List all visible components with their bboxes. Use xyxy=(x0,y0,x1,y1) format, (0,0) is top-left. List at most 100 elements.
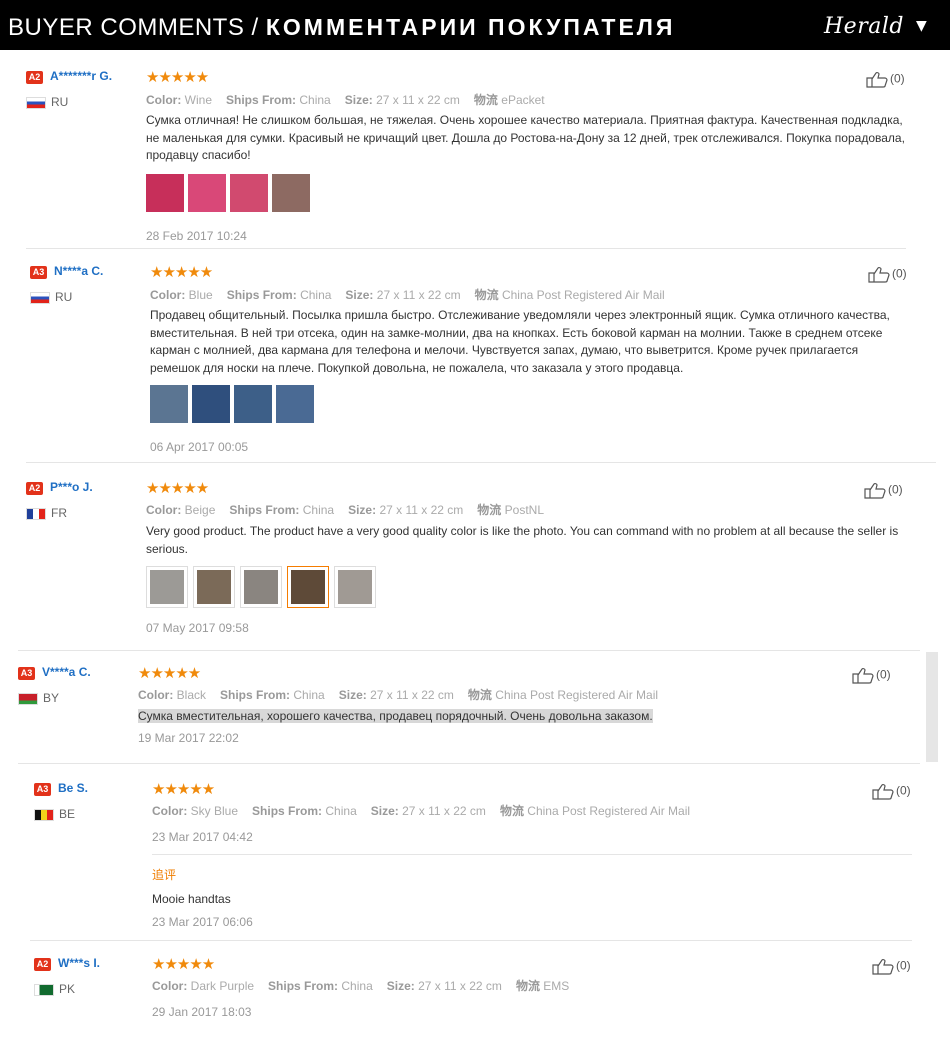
review-item: A2 W***s I. PK ★★★★★ (0) Color: Dark Pur… xyxy=(34,956,914,1026)
page-title: BUYER COMMENTS / КОММЕНТАРИИ ПОКУПАТЕЛЯ xyxy=(8,14,675,42)
review-photo-thumbnail[interactable] xyxy=(146,174,184,212)
color-value: Blue xyxy=(188,288,213,302)
review-photo-thumbnail[interactable] xyxy=(188,174,226,212)
size-label: Size: xyxy=(370,804,399,818)
thumbs-up-icon xyxy=(864,482,886,499)
like-button[interactable]: (0) xyxy=(872,783,911,800)
review-photo-thumbnail[interactable] xyxy=(146,566,188,608)
review-photo-thumbnail[interactable] xyxy=(272,174,310,212)
like-button[interactable]: (0) xyxy=(868,266,907,283)
divider xyxy=(26,462,936,463)
logistics-value: EMS xyxy=(543,979,570,993)
review-photo-thumbnail[interactable] xyxy=(192,385,230,423)
color-label: Color: xyxy=(150,288,186,302)
review-photo-thumbnail-selected[interactable] xyxy=(287,566,329,608)
buyer-level-badge: A3 xyxy=(30,266,47,279)
logistics-label: 物流 xyxy=(474,288,499,302)
buyer-name[interactable]: V****a C. xyxy=(42,665,91,679)
title-english: BUYER COMMENTS / xyxy=(8,14,266,41)
color-value: Beige xyxy=(184,503,216,517)
thumbs-up-icon xyxy=(872,783,894,800)
color-label: Color: xyxy=(152,979,188,993)
like-button[interactable]: (0) xyxy=(852,667,891,684)
color-label: Color: xyxy=(138,688,174,702)
country-flag-icon xyxy=(30,292,50,304)
review-date: 19 Mar 2017 22:02 xyxy=(138,731,239,745)
additional-feedback-date: 23 Mar 2017 06:06 xyxy=(152,915,253,929)
buyer-name[interactable]: N****a C. xyxy=(54,264,103,278)
logistics-label: 物流 xyxy=(515,979,540,993)
country-code: PK xyxy=(59,982,76,996)
review-photo-thumbnail[interactable] xyxy=(240,566,282,608)
divider xyxy=(18,763,920,764)
size-label: Size: xyxy=(386,979,415,993)
buyer-name[interactable]: W***s I. xyxy=(58,956,100,970)
ships-from-value: China xyxy=(302,503,335,517)
review-photo-thumbnail[interactable] xyxy=(193,566,235,608)
ships-from-value: China xyxy=(341,979,373,993)
like-count: (0) xyxy=(892,266,907,281)
buyer-level-badge: A2 xyxy=(26,71,43,84)
ships-from-label: Ships From: xyxy=(268,979,339,993)
country-code: RU xyxy=(55,290,73,304)
color-value: Dark Purple xyxy=(190,979,255,993)
review-photos xyxy=(150,385,314,423)
like-button[interactable]: (0) xyxy=(866,71,905,88)
brand-logo: Herald xyxy=(824,14,904,39)
color-label: Color: xyxy=(152,804,188,818)
review-photo-thumbnail[interactable] xyxy=(150,385,188,423)
color-value: Sky Blue xyxy=(190,804,239,818)
star-rating: ★★★★★ xyxy=(152,780,215,798)
review-text: Сумка вместительная, хорошего качества, … xyxy=(138,709,653,723)
ships-from-label: Ships From: xyxy=(252,804,323,818)
review-item: A2 P***o J. FR ★★★★★ (0) Color: Beige Shi… xyxy=(26,480,906,640)
size-value: 27 x 11 x 22 cm xyxy=(376,93,460,107)
buyer-name[interactable]: A*******r G. xyxy=(50,69,112,83)
logistics-label: 物流 xyxy=(467,688,492,702)
review-photo-thumbnail[interactable] xyxy=(234,385,272,423)
like-button[interactable]: (0) xyxy=(872,958,911,975)
star-rating: ★★★★★ xyxy=(152,955,215,973)
like-count: (0) xyxy=(896,783,911,798)
country-code: FR xyxy=(51,506,67,520)
scrollbar[interactable] xyxy=(926,652,938,762)
country-flag-icon xyxy=(26,97,46,109)
review-date: 23 Mar 2017 04:42 xyxy=(152,830,253,844)
country-code: BY xyxy=(43,691,60,705)
logistics-label: 物流 xyxy=(473,93,498,107)
order-info: Color: Blue Ships From: China Size: 27 x 1… xyxy=(150,286,679,303)
review-photo-thumbnail[interactable] xyxy=(230,174,268,212)
country-flag-icon xyxy=(18,693,38,705)
order-info: Color: Sky Blue Ships From: China Size: 27… xyxy=(152,802,704,819)
size-label: Size: xyxy=(338,688,367,702)
size-label: Size: xyxy=(345,288,374,302)
ships-from-label: Ships From: xyxy=(229,503,300,517)
size-value: 27 x 11 x 22 cm xyxy=(418,979,502,993)
star-rating: ★★★★★ xyxy=(146,68,209,86)
ships-from-label: Ships From: xyxy=(220,688,291,702)
divider xyxy=(18,650,920,651)
review-photo-thumbnail[interactable] xyxy=(276,385,314,423)
like-button[interactable]: (0) xyxy=(864,482,903,499)
country-flag-icon xyxy=(26,508,46,520)
page-header: BUYER COMMENTS / КОММЕНТАРИИ ПОКУПАТЕЛЯ … xyxy=(0,0,950,50)
buyer-name[interactable]: P***o J. xyxy=(50,480,93,494)
ships-from-label: Ships From: xyxy=(226,93,297,107)
chevron-down-icon[interactable]: ▼ xyxy=(916,18,927,34)
color-label: Color: xyxy=(146,503,182,517)
review-date: 07 May 2017 09:58 xyxy=(146,621,249,635)
logistics-value: China Post Registered Air Mail xyxy=(495,688,659,702)
review-photo-thumbnail[interactable] xyxy=(334,566,376,608)
buyer-name[interactable]: Be S. xyxy=(58,781,88,795)
country-code: RU xyxy=(51,95,69,109)
like-count: (0) xyxy=(896,958,911,973)
size-value: 27 x 11 x 22 cm xyxy=(370,688,454,702)
logistics-value: PostNL xyxy=(504,503,544,517)
review-item: A3 V****a C. BY ★★★★★ (0) Color: Black Sh… xyxy=(18,665,898,755)
country-flag-icon xyxy=(34,984,54,996)
divider xyxy=(30,940,912,941)
review-date: 29 Jan 2017 18:03 xyxy=(152,1005,252,1019)
title-russian: КОММЕНТАРИИ ПОКУПАТЕЛЯ xyxy=(265,14,676,40)
ships-from-label: Ships From: xyxy=(226,288,297,302)
review-item: A3 Be S. BE ★★★★★ (0) Color: Sky Blue Shi… xyxy=(34,781,914,931)
